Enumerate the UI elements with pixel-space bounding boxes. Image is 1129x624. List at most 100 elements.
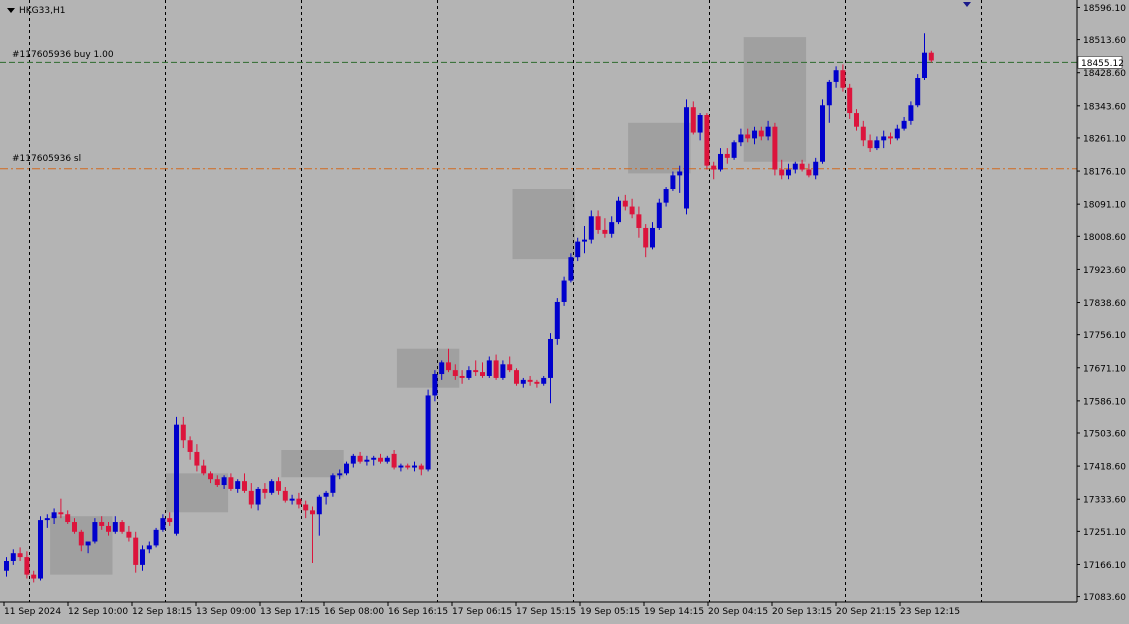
candle-body xyxy=(888,136,893,139)
candle-body xyxy=(282,490,288,501)
candle-body xyxy=(677,171,683,176)
candle-body xyxy=(711,165,717,170)
candle-body xyxy=(894,128,900,139)
candle-body xyxy=(731,142,737,158)
candle-body xyxy=(425,395,431,470)
candle-body xyxy=(874,140,880,149)
candle-body xyxy=(813,161,819,176)
price-tick-label: 17503.60 xyxy=(1083,430,1126,440)
candle xyxy=(344,461,349,476)
candle-body xyxy=(520,379,526,384)
candle-body xyxy=(704,115,710,166)
candle-body xyxy=(92,522,98,542)
candle-body xyxy=(480,372,485,376)
price-tick-label: 17838.60 xyxy=(1083,299,1126,309)
candle-body xyxy=(391,453,397,468)
candle-body xyxy=(595,216,601,230)
time-tick-label: 20 Sep 04:15 xyxy=(708,607,768,617)
candle-body xyxy=(650,227,655,248)
candle-body xyxy=(106,525,111,532)
candle xyxy=(568,253,574,283)
candle xyxy=(38,516,43,581)
candle-body xyxy=(167,518,173,523)
candle-body xyxy=(541,377,547,384)
candle-body xyxy=(840,70,846,88)
candle xyxy=(425,389,431,472)
candle-body xyxy=(248,490,254,505)
time-tick-label: 13 Sep 17:15 xyxy=(260,607,320,617)
candle-body xyxy=(473,370,479,373)
candle-body xyxy=(772,126,778,170)
candle-body xyxy=(269,481,275,493)
candle-body xyxy=(514,370,519,384)
candle-body xyxy=(745,134,751,139)
candle-body xyxy=(10,553,16,561)
candle-body xyxy=(330,475,336,493)
candle-body xyxy=(350,455,356,464)
candle-body xyxy=(609,222,615,234)
price-tick-label: 18176.10 xyxy=(1083,168,1126,178)
time-tick-label: 23 Sep 12:15 xyxy=(900,607,960,617)
candle-body xyxy=(133,537,139,565)
candle-body xyxy=(908,105,914,121)
candle-body xyxy=(153,529,159,546)
candle-body xyxy=(344,463,349,474)
candle xyxy=(269,479,275,495)
candle-body xyxy=(235,481,241,489)
time-tick-label: 11 Sep 2024 xyxy=(4,607,61,617)
candle-body xyxy=(58,512,64,515)
range-box xyxy=(281,449,344,478)
candle-body xyxy=(663,189,669,203)
price-tick-label: 17166.10 xyxy=(1083,561,1126,571)
price-tick-label: 18428.60 xyxy=(1083,69,1126,79)
candle-body xyxy=(602,229,608,234)
candle-body xyxy=(786,169,791,176)
candle-body xyxy=(901,120,907,129)
candle-body xyxy=(4,560,9,571)
candle xyxy=(561,276,567,306)
time-tick-label: 16 Sep 08:00 xyxy=(324,607,384,617)
candle-body xyxy=(616,200,621,223)
candle xyxy=(684,99,689,215)
candle-body xyxy=(364,459,370,462)
candle-body xyxy=(582,239,587,242)
candle-body xyxy=(276,481,281,491)
candle-body xyxy=(289,498,295,501)
price-tick-label: 18261.10 xyxy=(1083,134,1126,144)
time-tick-label: 12 Sep 10:00 xyxy=(68,607,128,617)
candle-body xyxy=(718,153,723,170)
candle-body xyxy=(928,52,934,61)
candle-body xyxy=(561,280,567,302)
candle-body xyxy=(588,216,594,240)
candle-body xyxy=(636,214,642,228)
candle-body xyxy=(85,541,91,546)
time-tick-label: 19 Sep 14:15 xyxy=(644,607,704,617)
candle xyxy=(656,198,662,230)
candle-body xyxy=(140,549,145,565)
time-tick-label: 19 Sep 05:15 xyxy=(580,607,640,617)
candle-body xyxy=(412,465,417,468)
time-tick-label: 20 Sep 13:15 xyxy=(772,607,832,617)
candle-body xyxy=(833,70,839,82)
time-tick-label: 16 Sep 16:15 xyxy=(388,607,448,617)
candle-body xyxy=(337,473,343,476)
price-chart[interactable]: 18596.10 18513.60 18428.60 18343.60 18261.10… xyxy=(0,0,1129,620)
price-tick-label: 17586.10 xyxy=(1083,397,1126,407)
candle-body xyxy=(303,504,309,511)
candle-body xyxy=(656,202,662,228)
current-price-label: 18455.12 xyxy=(1081,59,1124,69)
candle-body xyxy=(160,518,166,530)
candle-body xyxy=(758,130,764,137)
candle xyxy=(616,196,621,225)
price-tick-label: 18008.60 xyxy=(1083,233,1126,243)
chart-window[interactable]: 18596.10 18513.60 18428.60 18343.60 18261.10… xyxy=(0,0,1129,620)
candle-body xyxy=(568,257,574,281)
candle-body xyxy=(228,477,234,489)
candle-body xyxy=(684,107,689,209)
candle xyxy=(119,520,125,534)
candle-body xyxy=(65,514,71,523)
candle-body xyxy=(119,522,125,532)
candle-body xyxy=(187,440,193,452)
candle-body xyxy=(24,557,30,575)
chart-background xyxy=(0,0,1129,620)
